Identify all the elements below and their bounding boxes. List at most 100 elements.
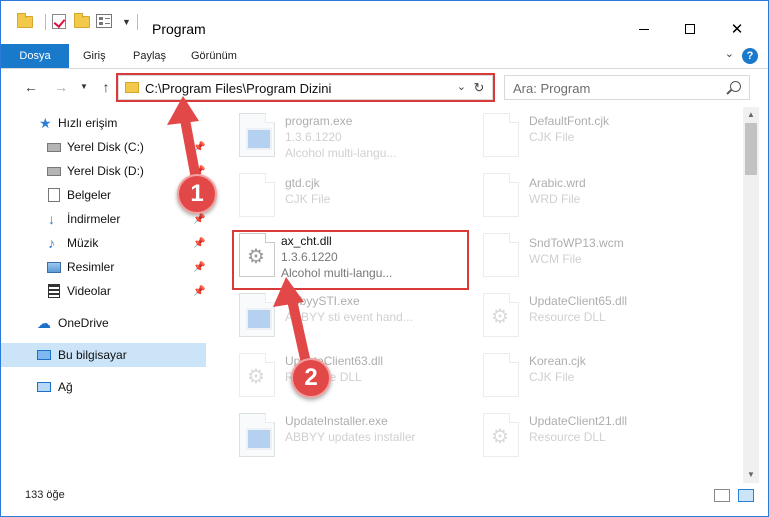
pin-icon[interactable]: 📌 xyxy=(193,262,205,273)
customize-toolbar-dropdown-icon[interactable]: ▼ xyxy=(122,17,131,27)
dll-icon xyxy=(239,233,275,277)
address-path[interactable]: C:\Program Files\Program Dizini xyxy=(145,81,331,96)
sidebar-item-videos[interactable]: Videolar 📌 xyxy=(1,279,206,303)
network-icon xyxy=(37,380,51,394)
up-button[interactable]: ↑ xyxy=(96,77,116,97)
sidebar-item-label: Yerel Disk (C:) xyxy=(67,140,144,154)
properties-icon[interactable] xyxy=(96,14,112,30)
sidebar-item-network[interactable]: Ağ xyxy=(1,375,206,399)
close-icon: ✕ xyxy=(730,21,744,38)
file-item[interactable]: AbbyySTI.exe ABBYY sti event hand... xyxy=(235,287,475,345)
file-description: Alcohol multi-langu... xyxy=(285,146,397,160)
pin-icon[interactable]: 📌 xyxy=(193,286,205,297)
item-count: 133 öğe xyxy=(25,489,65,501)
close-button[interactable]: ✕ xyxy=(714,13,760,45)
minimize-icon xyxy=(639,28,649,30)
file-description: Alcohol multi-langu... xyxy=(281,266,393,280)
sidebar-item-local-disk-d[interactable]: Yerel Disk (D:) 📌 xyxy=(1,159,206,183)
properties-check-icon[interactable] xyxy=(52,14,68,30)
file-name: ax_cht.dll xyxy=(281,234,332,248)
new-folder-icon[interactable] xyxy=(74,13,90,30)
explorer-window: ▼ Program ✕ Dosya Giriş Paylaş Görünüm ⌄… xyxy=(0,0,769,517)
file-name: gtd.cjk xyxy=(285,176,320,190)
file-item[interactable]: Korean.cjk CJK File xyxy=(479,347,719,405)
sidebar-item-label: Resimler xyxy=(67,260,115,274)
sidebar-item-downloads[interactable]: ↓ İndirmeler 📌 xyxy=(1,207,206,231)
file-item[interactable]: DefaultFont.cjk CJK File xyxy=(479,107,719,165)
pin-icon[interactable]: 📌 xyxy=(193,238,205,249)
status-bar: 133 öğe xyxy=(1,485,768,507)
sidebar-item-pictures[interactable]: Resimler 📌 xyxy=(1,255,206,279)
file-type: CJK File xyxy=(529,130,575,144)
sidebar-item-documents[interactable]: Belgeler 📌 xyxy=(1,183,206,207)
tab-share[interactable]: Paylaş xyxy=(123,44,176,68)
file-item[interactable]: gtd.cjk CJK File xyxy=(235,167,475,225)
expand-ribbon-icon[interactable]: ⌄ xyxy=(725,47,734,60)
scroll-up-icon[interactable]: ▲ xyxy=(743,107,759,123)
scroll-down-icon[interactable]: ▼ xyxy=(743,467,759,483)
file-item[interactable]: program.exe 1.3.6.1220 Alcohol multi-lan… xyxy=(235,107,475,165)
file-item-selected[interactable]: ax_cht.dll 1.3.6.1220 Alcohol multi-lang… xyxy=(235,227,475,285)
forward-arrow-icon: → xyxy=(54,79,68,95)
file-name: Korean.cjk xyxy=(529,354,586,368)
step-badge-1: 1 xyxy=(177,174,217,214)
file-name: SndToWP13.wcm xyxy=(529,236,624,250)
pictures-icon xyxy=(47,260,61,274)
file-type: WCM File xyxy=(529,252,582,266)
sidebar-item-quick-access[interactable]: ★ Hızlı erişim xyxy=(1,111,206,135)
file-item[interactable]: SndToWP13.wcm WCM File xyxy=(479,227,719,285)
videos-icon xyxy=(48,284,62,298)
back-arrow-icon: ← xyxy=(24,79,38,95)
folder-icon xyxy=(17,13,33,30)
maximize-icon xyxy=(685,24,695,34)
tab-view[interactable]: Görünüm xyxy=(181,44,247,68)
sidebar-item-this-pc[interactable]: Bu bilgisayar xyxy=(1,343,206,367)
chevron-down-icon: ▼ xyxy=(80,82,88,91)
drive-icon xyxy=(47,164,61,178)
navigation-bar: ← → ▼ ↑ C:\Program Files\Program Dizini … xyxy=(1,72,768,102)
search-icon xyxy=(730,81,741,92)
pin-icon[interactable]: 📌 xyxy=(193,142,205,153)
sidebar-item-label: Bu bilgisayar xyxy=(58,348,127,362)
sidebar-item-music[interactable]: ♪ Müzik 📌 xyxy=(1,231,206,255)
file-icon xyxy=(483,233,519,277)
sidebar-item-label: Müzik xyxy=(67,236,99,250)
sidebar-item-label: Ağ xyxy=(58,380,73,394)
minimize-button[interactable] xyxy=(621,13,667,45)
file-item[interactable]: UpdateInstaller.exe ABBYY updates instal… xyxy=(235,407,475,465)
help-icon[interactable]: ? xyxy=(742,48,758,64)
ribbon-tabs: Dosya Giriş Paylaş Görünüm ⌄ ? xyxy=(1,44,768,69)
details-view-icon[interactable] xyxy=(714,489,730,502)
file-item[interactable]: UpdateClient63.dll Resource DLL xyxy=(235,347,475,405)
file-item[interactable]: UpdateClient65.dll Resource DLL xyxy=(479,287,719,345)
address-bar[interactable]: C:\Program Files\Program Dizini ⌄ ↻ xyxy=(118,75,493,100)
sidebar-item-local-disk-c[interactable]: Yerel Disk (C:) 📌 xyxy=(1,135,206,159)
maximize-button[interactable] xyxy=(667,13,713,45)
quick-access-toolbar: ▼ xyxy=(17,13,144,31)
tab-file[interactable]: Dosya xyxy=(1,44,69,68)
vertical-scrollbar[interactable]: ▲ ▼ xyxy=(743,107,759,483)
pin-icon[interactable]: 📌 xyxy=(193,214,205,225)
search-box[interactable]: Ara: Program xyxy=(504,75,750,100)
dll-icon xyxy=(483,293,519,337)
file-item[interactable]: Arabic.wrd WRD File xyxy=(479,167,719,225)
file-item[interactable]: UpdateClient21.dll Resource DLL xyxy=(479,407,719,465)
scroll-thumb[interactable] xyxy=(745,123,757,175)
file-type: Resource DLL xyxy=(529,310,606,324)
file-icon xyxy=(483,113,519,157)
chevron-down-icon[interactable]: ⌄ xyxy=(457,80,466,93)
recent-locations-button[interactable]: ▼ xyxy=(78,77,90,97)
divider xyxy=(136,14,138,30)
sidebar-item-onedrive[interactable]: ☁ OneDrive xyxy=(1,311,206,335)
refresh-icon[interactable]: ↻ xyxy=(470,79,488,97)
large-icons-view-icon[interactable] xyxy=(738,489,754,502)
computer-icon xyxy=(37,348,51,362)
up-arrow-icon: ↑ xyxy=(102,79,110,95)
back-button[interactable]: ← xyxy=(21,77,41,97)
file-name: Arabic.wrd xyxy=(529,176,586,190)
file-description: ABBYY updates installer xyxy=(285,430,416,444)
file-type: WRD File xyxy=(529,192,581,206)
tab-home[interactable]: Giriş xyxy=(73,44,116,68)
forward-button[interactable]: → xyxy=(51,77,71,97)
search-input[interactable]: Ara: Program xyxy=(513,81,590,96)
